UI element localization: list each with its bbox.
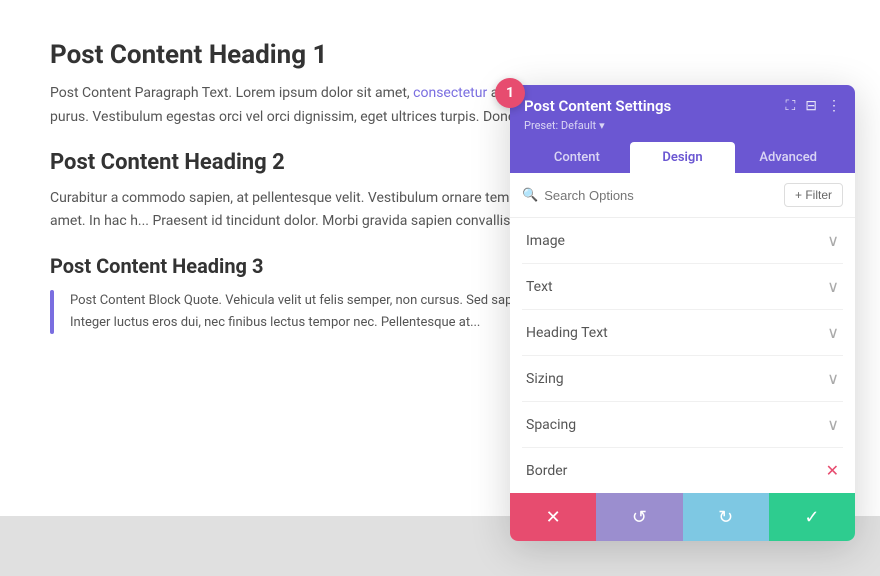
save-button[interactable]: ✓ [769, 493, 855, 541]
redo-button[interactable]: ↻ [683, 493, 769, 541]
tab-design[interactable]: Design [630, 142, 736, 173]
preset-chevron: ▾ [599, 119, 605, 132]
panel-header-icons: ⛶ ⊟ ⋮ [785, 98, 841, 114]
section-spacing[interactable]: Spacing ∨ [522, 402, 843, 448]
search-icon: 🔍 [522, 188, 538, 203]
module-badge: 1 [495, 78, 525, 108]
section-text[interactable]: Text ∨ [522, 264, 843, 310]
blockquote-bar [50, 290, 54, 334]
search-input-wrapper: 🔍 [522, 188, 776, 203]
section-spacing-label: Spacing [526, 417, 576, 433]
section-text-label: Text [526, 279, 553, 295]
section-sizing[interactable]: Sizing ∨ [522, 356, 843, 402]
panel-header: Post Content Settings ⛶ ⊟ ⋮ Preset: Defa… [510, 85, 855, 173]
undo-button[interactable]: ↺ [596, 493, 682, 541]
section-text-chevron: ∨ [827, 277, 839, 296]
tab-advanced[interactable]: Advanced [735, 142, 841, 173]
filter-button[interactable]: + Filter [784, 183, 843, 207]
section-sizing-label: Sizing [526, 371, 564, 387]
section-image-chevron: ∨ [827, 231, 839, 250]
paragraph-link[interactable]: consectetur [413, 85, 487, 101]
section-heading-text-chevron: ∨ [827, 323, 839, 342]
section-sizing-chevron: ∨ [827, 369, 839, 388]
search-row: 🔍 + Filter [510, 173, 855, 218]
panel-toolbar: ✕ ↺ ↻ ✓ [510, 493, 855, 541]
panel-tabs: Content Design Advanced [524, 142, 841, 173]
section-border-chevron: ✕ [826, 461, 839, 480]
section-heading-text-label: Heading Text [526, 325, 608, 341]
settings-panel: Post Content Settings ⛶ ⊟ ⋮ Preset: Defa… [510, 85, 855, 541]
section-heading-text[interactable]: Heading Text ∨ [522, 310, 843, 356]
columns-icon[interactable]: ⊟ [805, 98, 817, 114]
panel-preset[interactable]: Preset: Default ▾ [524, 119, 841, 132]
section-image[interactable]: Image ∨ [522, 218, 843, 264]
panel-title-row: Post Content Settings ⛶ ⊟ ⋮ [524, 97, 841, 115]
panel-title: Post Content Settings [524, 97, 671, 115]
section-border-label: Border [526, 463, 567, 479]
section-border[interactable]: Border ✕ [522, 448, 843, 493]
more-icon[interactable]: ⋮ [827, 98, 841, 114]
post-heading-1: Post Content Heading 1 [50, 40, 830, 70]
section-image-label: Image [526, 233, 565, 249]
section-list: Image ∨ Text ∨ Heading Text ∨ Sizing ∨ S… [510, 218, 855, 493]
tab-content[interactable]: Content [524, 142, 630, 173]
search-input[interactable] [544, 188, 776, 203]
expand-icon[interactable]: ⛶ [785, 98, 795, 114]
cancel-button[interactable]: ✕ [510, 493, 596, 541]
section-spacing-chevron: ∨ [827, 415, 839, 434]
